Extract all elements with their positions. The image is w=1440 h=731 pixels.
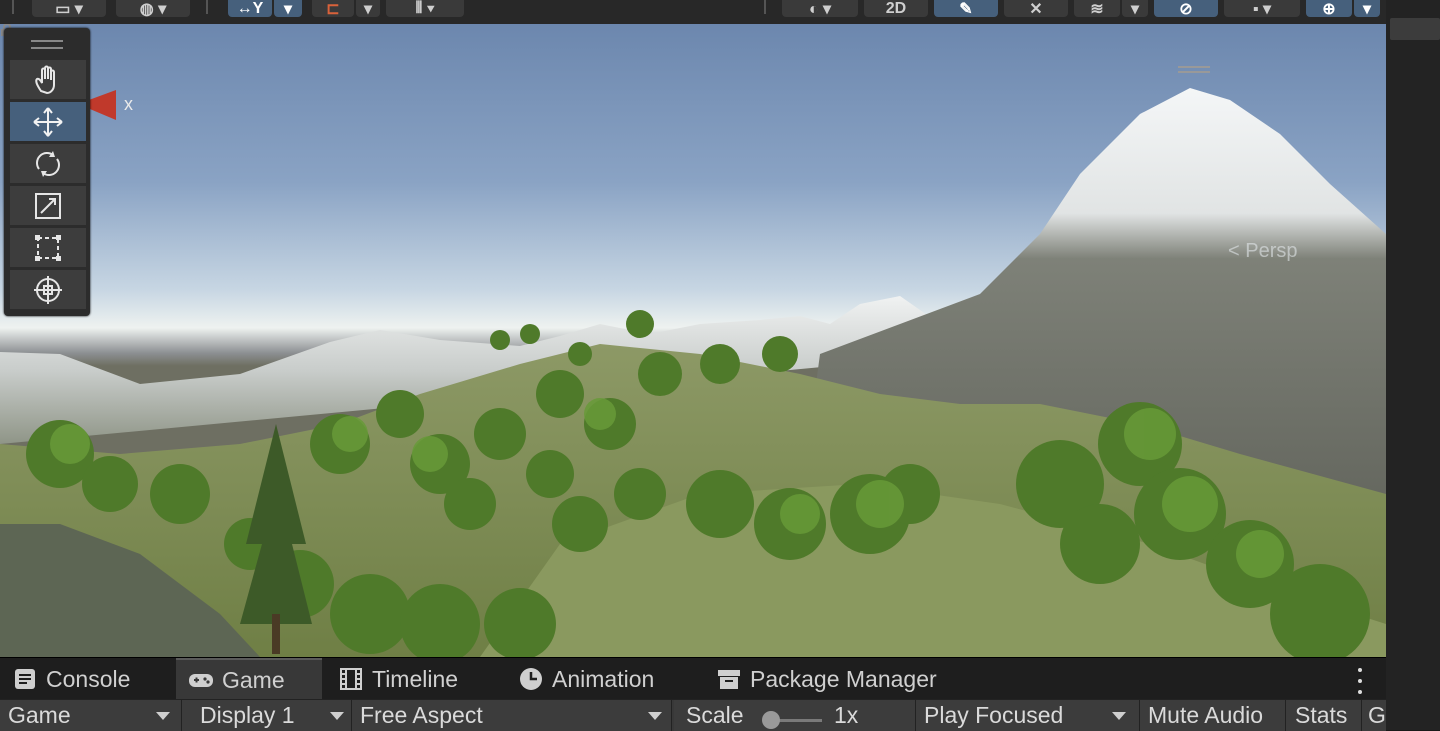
scale-label: Scale — [686, 702, 744, 728]
tools-grip[interactable] — [31, 40, 63, 49]
panel-tab-bar: Console Game Timeline Animation Package … — [0, 657, 1386, 700]
right-panel-scrollbar[interactable] — [1390, 18, 1440, 40]
tab-console[interactable]: Console — [12, 658, 172, 700]
rotate-tool[interactable] — [10, 144, 86, 183]
game-view-toolbar: Game Display 1 Free Aspect Scale 1x Play… — [0, 699, 1386, 731]
chevron-down-icon — [1112, 712, 1126, 720]
toolbar-separator — [206, 0, 208, 14]
snap-icon[interactable]: ⊏ — [312, 0, 354, 17]
tools-overlay — [4, 28, 90, 316]
move-icon — [33, 106, 63, 137]
scale-control: Scale 1x — [674, 700, 916, 731]
rect-transform-icon — [35, 234, 61, 261]
tab-package-manager-label: Package Manager — [750, 665, 937, 692]
tab-package-manager[interactable]: Package Manager — [716, 658, 986, 700]
rect-tool[interactable] — [10, 228, 86, 267]
tab-console-label: Console — [46, 665, 131, 692]
gizmos-button[interactable]: G — [1362, 700, 1386, 731]
aspect-value: Free Aspect — [360, 702, 483, 728]
hand-icon — [35, 65, 55, 94]
view-mode-value: Game — [8, 702, 71, 728]
gamepad-icon — [189, 674, 213, 687]
aspect-dropdown[interactable]: Free Aspect — [352, 700, 672, 731]
console-icon — [15, 669, 35, 689]
scale-icon — [35, 192, 61, 219]
display-value: Display 1 — [200, 702, 295, 728]
pivot-dropdown-icon[interactable]: ▾ — [274, 0, 302, 17]
gizmos-icon[interactable]: ⊕ — [1306, 0, 1352, 17]
move-tool[interactable] — [10, 102, 86, 141]
grid-icon[interactable]: ⦀ ▾ — [386, 0, 464, 17]
hand-tool[interactable] — [10, 60, 86, 99]
projection-label[interactable]: < Persp — [1228, 240, 1297, 263]
rotate-icon — [36, 150, 60, 177]
chevron-down-icon — [156, 712, 170, 720]
stats-button[interactable]: Stats — [1286, 700, 1362, 731]
scene-toolbar: ▭ ▾ ◍ ▾ ↔Y ▾ ⊏ ▾ ⦀ ▾ ◐ ▾ 2D ✎ ✕ ≋ ▾ ⊘ ▪ … — [0, 0, 1440, 25]
chevron-down-icon — [330, 712, 344, 720]
gizmo-x-label: x — [124, 94, 133, 114]
tab-timeline[interactable]: Timeline — [338, 658, 508, 700]
scene-overlay-grip[interactable] — [1178, 66, 1210, 73]
tab-timeline-label: Timeline — [372, 665, 459, 692]
gizmos-label: G — [1368, 702, 1386, 728]
effects-icon[interactable]: ≋ — [1074, 0, 1120, 17]
tab-game[interactable]: Game — [176, 658, 322, 700]
pivot-toggle-icon[interactable]: ↔Y — [228, 0, 272, 17]
transform-icon — [34, 275, 62, 304]
clock-icon — [520, 668, 542, 690]
play-mode-dropdown[interactable]: Play Focused — [916, 700, 1140, 731]
gizmos-dropdown-icon[interactable]: ▾ — [1354, 0, 1380, 17]
view-mode-dropdown[interactable]: Game — [0, 700, 182, 731]
tab-game-label: Game — [222, 666, 285, 693]
lighting-icon[interactable]: ✎ — [934, 0, 998, 17]
terrain-render — [0, 88, 1386, 657]
stats-label: Stats — [1295, 702, 1348, 728]
chevron-down-icon — [648, 712, 662, 720]
scale-tool[interactable] — [10, 186, 86, 225]
play-mode-value: Play Focused — [924, 702, 1064, 728]
scene-view[interactable]: y x < Persp — [0, 24, 1386, 657]
visibility-icon[interactable]: ⊘ — [1154, 0, 1218, 17]
package-icon — [718, 670, 740, 689]
more-options-icon[interactable] — [1348, 668, 1372, 694]
gizmo-picker-icon[interactable]: ▭ ▾ — [32, 0, 106, 17]
scene-camera-icon[interactable]: ▪ ▾ — [1224, 0, 1300, 17]
tab-animation[interactable]: Animation — [518, 658, 698, 700]
effects-dropdown-icon[interactable]: ▾ — [1122, 0, 1148, 17]
toolbar-separator — [12, 0, 14, 14]
display-dropdown[interactable]: Display 1 — [182, 700, 352, 731]
audio-mute-icon[interactable]: ✕ — [1004, 0, 1068, 17]
right-panel-edge — [1386, 0, 1440, 730]
film-icon — [340, 668, 362, 690]
toolbar-separator — [764, 0, 766, 14]
2d-toggle-icon[interactable]: 2D — [864, 0, 928, 17]
camera-fx-icon[interactable]: ◍ ▾ — [116, 0, 190, 17]
shading-mode-icon[interactable]: ◐ ▾ — [782, 0, 858, 17]
scale-slider-handle[interactable] — [762, 711, 780, 729]
tab-animation-label: Animation — [552, 665, 655, 692]
mute-audio-label: Mute Audio — [1148, 702, 1264, 728]
scale-value: 1x — [834, 702, 859, 728]
snap-dropdown-icon[interactable]: ▾ — [356, 0, 380, 17]
mute-audio-button[interactable]: Mute Audio — [1140, 700, 1286, 731]
transform-tool[interactable] — [10, 270, 86, 309]
